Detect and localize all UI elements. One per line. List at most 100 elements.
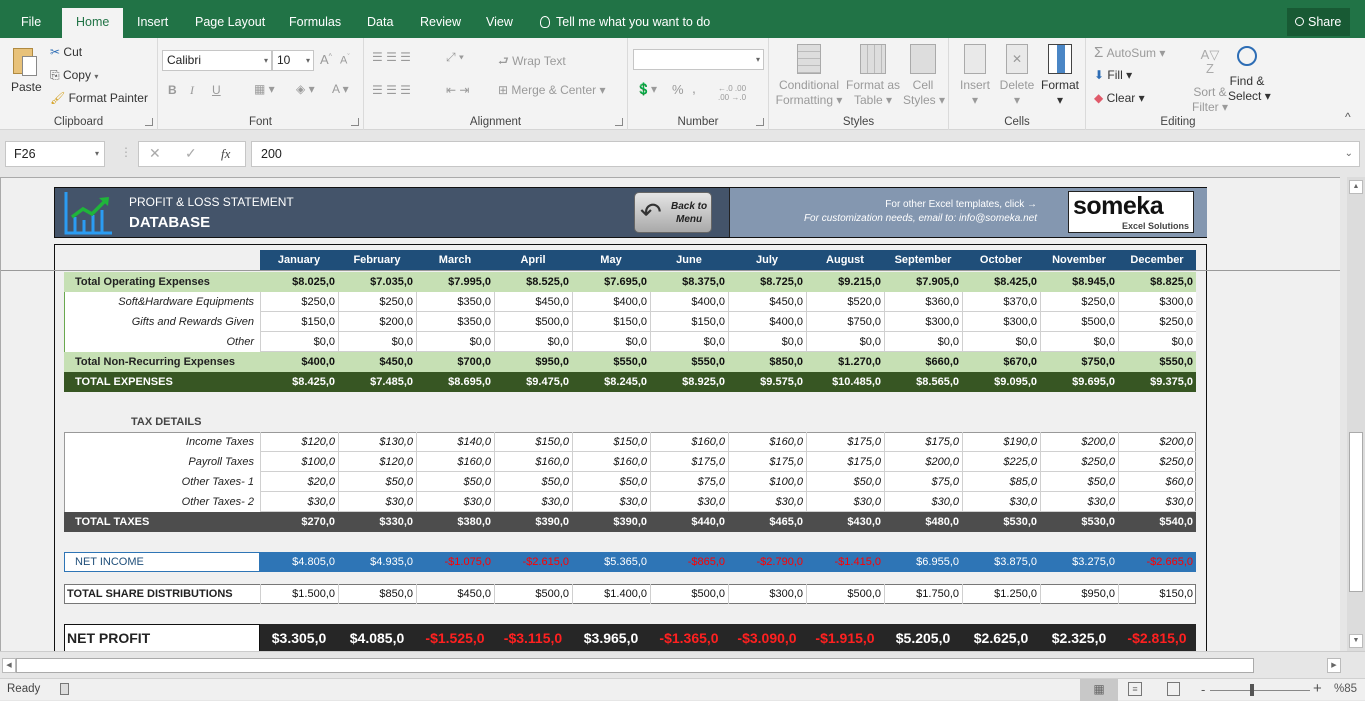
value-cell[interactable]: -$1.525,0	[416, 624, 494, 651]
horizontal-scroll-thumb[interactable]	[16, 658, 1254, 673]
value-cell[interactable]: $9.215,0	[806, 272, 884, 292]
value-cell[interactable]: $520,0	[806, 292, 884, 312]
value-cell[interactable]: $500,0	[650, 584, 728, 604]
value-cell[interactable]: $500,0	[1040, 312, 1118, 332]
scroll-down-icon[interactable]: ▼	[1349, 634, 1363, 648]
value-cell[interactable]: $250,0	[1118, 312, 1196, 332]
sort-filter-button[interactable]: A▽ Z Sort & Filter ▾	[1192, 44, 1228, 115]
italic-button[interactable]: I	[190, 83, 194, 98]
value-cell[interactable]: $300,0	[962, 312, 1040, 332]
cell-styles-button[interactable]: Cell Styles ▾	[903, 44, 945, 107]
value-cell[interactable]: $150,0	[1118, 584, 1196, 604]
zoom-level[interactable]: %85	[1334, 683, 1357, 695]
value-cell[interactable]: $330,0	[338, 512, 416, 532]
value-cell[interactable]: $150,0	[650, 312, 728, 332]
value-cell[interactable]: $8.565,0	[884, 372, 962, 392]
value-cell[interactable]: $700,0	[416, 352, 494, 372]
value-cell[interactable]: $400,0	[650, 292, 728, 312]
value-cell[interactable]: $1.270,0	[806, 352, 884, 372]
value-cell[interactable]: $8.425,0	[962, 272, 1040, 292]
delete-cells-button[interactable]: ✕ Delete ▾	[997, 44, 1037, 107]
value-cell[interactable]: $300,0	[728, 584, 806, 604]
value-cell[interactable]: $500,0	[806, 584, 884, 604]
horizontal-scrollbar[interactable]: ◀ ▶	[0, 651, 1365, 678]
value-cell[interactable]: $950,0	[494, 352, 572, 372]
page-break-view-icon[interactable]	[1167, 682, 1180, 696]
value-cell[interactable]: $150,0	[494, 432, 572, 452]
grow-font-button[interactable]: A^	[320, 52, 332, 67]
value-cell[interactable]: $50,0	[806, 472, 884, 492]
value-cell[interactable]: $7.035,0	[338, 272, 416, 292]
value-cell[interactable]: $0,0	[572, 332, 650, 352]
value-cell[interactable]: $4.805,0	[260, 552, 338, 572]
value-cell[interactable]: $450,0	[416, 584, 494, 604]
wrap-text-button[interactable]: ⮐ Wrap Text	[498, 52, 566, 73]
value-cell[interactable]: $450,0	[338, 352, 416, 372]
zoom-in-icon[interactable]: +	[1313, 680, 1322, 697]
percent-button[interactable]: %	[672, 82, 684, 97]
value-cell[interactable]: $30,0	[572, 492, 650, 512]
tab-file[interactable]: File	[21, 8, 41, 38]
align-top-icon[interactable]: ☰ ☰ ☰	[372, 50, 411, 64]
enter-icon[interactable]: ✓	[185, 145, 197, 162]
value-cell[interactable]: $270,0	[260, 512, 338, 532]
fill-button[interactable]: ⬇ Fill ▾	[1094, 68, 1132, 82]
tab-view[interactable]: View	[486, 8, 513, 38]
clear-button[interactable]: ◆ Clear ▾	[1094, 91, 1145, 105]
value-cell[interactable]: $370,0	[962, 292, 1040, 312]
splitter-icon[interactable]: ⋮	[120, 145, 132, 159]
value-cell[interactable]: $30,0	[728, 492, 806, 512]
value-cell[interactable]: $0,0	[416, 332, 494, 352]
value-cell[interactable]: $200,0	[884, 452, 962, 472]
value-cell[interactable]: $390,0	[572, 512, 650, 532]
decimal-icons[interactable]: ←.0 .00.00 →.0	[718, 84, 746, 102]
value-cell[interactable]: $1.400,0	[572, 584, 650, 604]
value-cell[interactable]: $120,0	[260, 432, 338, 452]
value-cell[interactable]: $400,0	[572, 292, 650, 312]
value-cell[interactable]: $8.425,0	[260, 372, 338, 392]
value-cell[interactable]: $2.625,0	[962, 624, 1040, 651]
value-cell[interactable]: $7.695,0	[572, 272, 650, 292]
value-cell[interactable]: $30,0	[260, 492, 338, 512]
value-cell[interactable]: $250,0	[1040, 452, 1118, 472]
value-cell[interactable]: -$1.915,0	[806, 624, 884, 651]
value-cell[interactable]: $175,0	[806, 452, 884, 472]
value-cell[interactable]: $9.095,0	[962, 372, 1040, 392]
value-cell[interactable]: $10.485,0	[806, 372, 884, 392]
insert-cells-button[interactable]: Insert ▾	[957, 44, 993, 107]
find-select-button[interactable]: Find & Select ▾	[1228, 44, 1271, 106]
value-cell[interactable]: $190,0	[962, 432, 1040, 452]
value-cell[interactable]: -$2.665,0	[1118, 552, 1196, 572]
email-info[interactable]: For customization needs, email to: info@…	[804, 213, 1037, 224]
value-cell[interactable]: $175,0	[884, 432, 962, 452]
value-cell[interactable]: $540,0	[1118, 512, 1196, 532]
value-cell[interactable]: $4.935,0	[338, 552, 416, 572]
fill-color-icon[interactable]: ◈ ▾	[296, 82, 315, 96]
value-cell[interactable]: $4.085,0	[338, 624, 416, 651]
value-cell[interactable]: $7.905,0	[884, 272, 962, 292]
value-cell[interactable]: $0,0	[1118, 332, 1196, 352]
value-cell[interactable]: $60,0	[1118, 472, 1196, 492]
zoom-out-icon[interactable]: -	[1201, 682, 1205, 697]
merge-center-button[interactable]: ⊞ Merge & Center ▾	[498, 83, 605, 97]
value-cell[interactable]: $250,0	[1040, 292, 1118, 312]
value-cell[interactable]: $30,0	[650, 492, 728, 512]
cancel-icon[interactable]: ✕	[149, 145, 161, 162]
value-cell[interactable]: $750,0	[806, 312, 884, 332]
macro-record-icon[interactable]	[60, 683, 69, 695]
value-cell[interactable]: $20,0	[260, 472, 338, 492]
value-cell[interactable]: $30,0	[494, 492, 572, 512]
share-button[interactable]: Share	[1287, 8, 1350, 36]
value-cell[interactable]: $3.305,0	[260, 624, 338, 651]
font-color-icon[interactable]: A ▾	[332, 82, 349, 96]
value-cell[interactable]: $175,0	[650, 452, 728, 472]
orientation-icon[interactable]: ⤢ ▾	[446, 50, 464, 65]
zoom-slider[interactable]	[1210, 690, 1310, 691]
autosum-button[interactable]: Σ AutoSum ▾	[1094, 44, 1165, 61]
value-cell[interactable]: $30,0	[338, 492, 416, 512]
value-cell[interactable]: $30,0	[1118, 492, 1196, 512]
value-cell[interactable]: $390,0	[494, 512, 572, 532]
value-cell[interactable]: $50,0	[416, 472, 494, 492]
value-cell[interactable]: $75,0	[884, 472, 962, 492]
value-cell[interactable]: $150,0	[572, 312, 650, 332]
